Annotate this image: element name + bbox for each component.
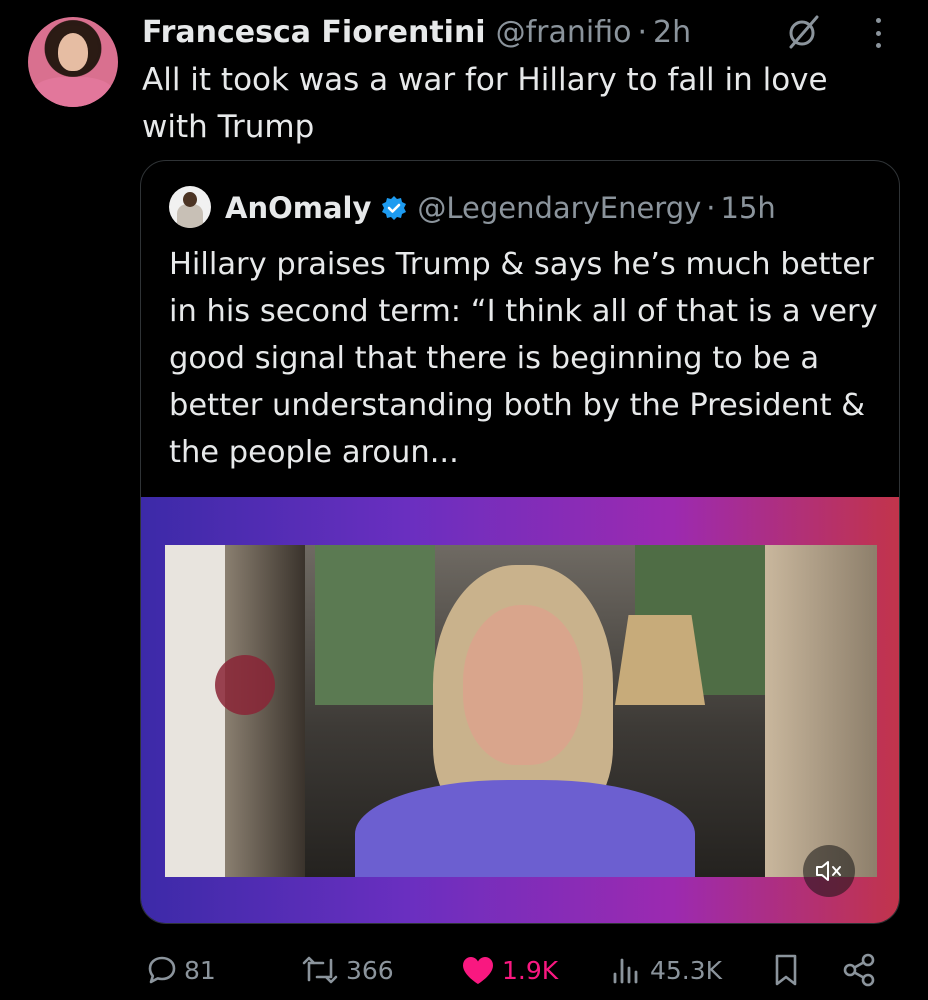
quoted-post[interactable]: AnOmaly @LegendaryEnergy · 15h Hillary p… [140,160,900,924]
share-button[interactable] [842,948,884,992]
post-time[interactable]: 2h [653,15,691,50]
like-count: 1.9K [502,955,559,985]
quoted-author-avatar[interactable] [169,186,211,228]
video-frame[interactable] [165,545,877,877]
heart-icon [463,957,493,984]
bookmark-button[interactable] [772,948,806,992]
separator-dot: · [637,14,648,50]
repost-count: 366 [346,955,394,985]
views-icon [613,958,638,984]
post-text: All it took was a war for Hillary to fal… [142,62,828,145]
grok-icon[interactable] [786,14,822,50]
quoted-author-name[interactable]: AnOmaly [225,191,371,225]
author-name[interactable]: Francesca Fiorentini [142,15,486,50]
quoted-post-time[interactable]: 15h [721,191,776,225]
views-count: 45.3K [650,955,723,985]
views-button[interactable]: 45.3K [610,948,722,992]
repost-button[interactable]: 366 [300,948,394,992]
action-bar: 81 366 1.9K 45.3K [0,948,928,992]
mute-icon[interactable] [803,845,855,897]
bookmark-icon [775,954,797,986]
video-player[interactable] [141,497,899,923]
reply-button[interactable]: 81 [146,948,216,992]
quoted-post-header: AnOmaly @LegendaryEnergy · 15h [225,187,776,229]
reply-count: 81 [184,955,216,985]
verified-badge-icon [382,196,407,220]
author-handle[interactable]: @franifio [496,15,632,50]
more-options-icon[interactable] [868,14,888,52]
share-icon [843,953,875,987]
author-avatar[interactable] [28,17,118,107]
separator-dot: · [706,191,716,225]
quoted-author-handle[interactable]: @LegendaryEnergy [417,191,701,225]
quoted-post-text: Hillary praises Trump & says he’s much b… [169,247,878,470]
post-header: Francesca Fiorentini @franifio · 2h [142,10,691,54]
like-button[interactable]: 1.9K [460,948,558,992]
repost-icon [302,956,338,984]
reply-icon [148,956,176,984]
